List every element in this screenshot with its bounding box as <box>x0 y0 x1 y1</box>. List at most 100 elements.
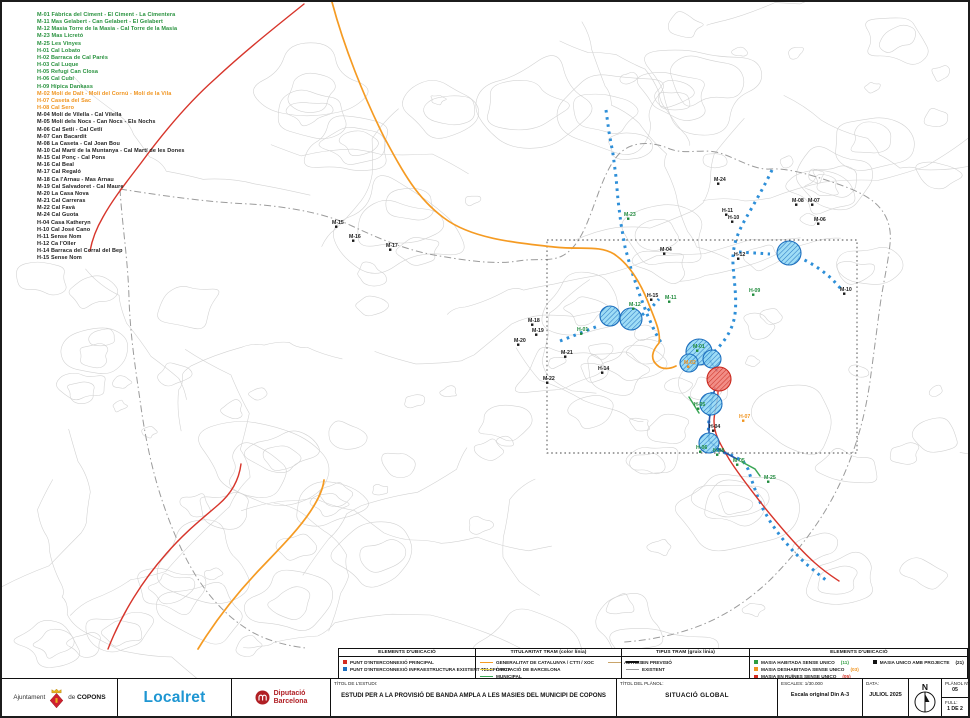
legend-swatch-icon <box>626 661 639 663</box>
north-arrow-icon: N <box>912 681 938 715</box>
masia-marker-icon <box>564 356 566 358</box>
localret-logo: Localret <box>118 679 232 716</box>
sheet-of-label: FULL: <box>945 700 958 705</box>
plan-title-cell: TÍTOL DEL PLÀNOL: SITUACIÓ GLOBAL <box>617 679 778 716</box>
map-label: H-15 <box>647 293 658 299</box>
legend-item-label: MASIA DESHABITADA SENSE UNICO <box>761 667 844 672</box>
route-xarxa-central <box>714 392 839 581</box>
masia-marker-icon <box>817 223 819 225</box>
study-title-cell: TÍTOL DE L'ESTUDI: ESTUDI PER A LA PROVI… <box>331 679 617 716</box>
masia-marker-icon <box>742 420 744 422</box>
date-label: DATA: <box>866 681 879 686</box>
map-label: H-04 <box>709 424 720 430</box>
masia-marker-icon <box>352 240 354 242</box>
map-label: M-19 <box>532 328 544 334</box>
map-label: H-12 <box>734 252 745 258</box>
plan-number-label: PLÀNOL Nº: <box>945 681 970 686</box>
plan-number: 05 <box>942 687 968 693</box>
copons-coat-of-arms-icon <box>49 687 64 709</box>
sheet-number-cell: PLÀNOL Nº: 05 FULL: 1 DE 2 <box>942 679 968 716</box>
study-title: ESTUDI PER A LA PROVISIÓ DE BANDA AMPLA … <box>333 692 614 699</box>
plan-title: SITUACIÓ GLOBAL <box>619 692 775 699</box>
masia-list-item: H-12 Ca l'Oller <box>37 241 185 248</box>
masia-marker-icon <box>663 253 665 255</box>
masia-list-item: H-02 Barraca de Cal Parés <box>37 55 185 62</box>
legend-swatch-icon <box>480 662 493 663</box>
copons-label-pre: Ajuntament <box>13 694 45 701</box>
masia-marker-icon <box>580 333 582 335</box>
masia-marker-icon <box>767 481 769 483</box>
masia-list-item: M-22 Cal Favà <box>37 205 185 212</box>
interconnection-point-telefonica <box>703 350 721 368</box>
map-label: M-18 <box>528 318 540 324</box>
title-block: Ajuntament de COPONS Localret DiputacióB… <box>2 678 968 716</box>
masia-list-item: M-16 Cal Beal <box>37 162 185 169</box>
legend-item-label: MASIA HABITADA SENSE UNICO <box>761 660 835 665</box>
north-cell: N <box>909 679 942 716</box>
map-label: M-10 <box>840 287 852 293</box>
network-routes <box>90 2 839 649</box>
scale-cell: ESCALES: 1/30.000 Escala original Din A-… <box>778 679 863 716</box>
diputacio-logo-icon <box>255 690 270 705</box>
map-label: M-16 <box>349 234 361 240</box>
legend-item-count: (21) <box>956 660 964 665</box>
masia-list-item: H-09 Hípica Dankass <box>37 84 185 91</box>
masia-marker-icon <box>752 294 754 296</box>
map-label: M-08 <box>792 198 804 204</box>
masia-list-item: M-11 Mas Gelabert - Can Gelabert - El Ge… <box>37 19 185 26</box>
date-cell: DATA: JULIOL 2025 <box>863 679 909 716</box>
masia-marker-icon <box>811 204 813 206</box>
masia-marker-icon <box>843 293 845 295</box>
legend-item-label: MASIA UNICO AMB PROJECTE <box>880 660 950 665</box>
plan-number-row: PLÀNOL Nº: 05 <box>942 679 968 698</box>
masia-marker-icon <box>535 334 537 336</box>
masia-marker-icon <box>697 408 699 410</box>
masia-marker-icon <box>717 183 719 185</box>
interconnection-point-telefonica <box>600 306 620 326</box>
interconnection-point-telefonica <box>777 241 801 265</box>
sheet-of-row: FULL: 1 DE 2 <box>942 698 968 716</box>
masia-marker-icon <box>531 324 533 326</box>
diputacio-wordmark: DiputacióBarcelona <box>274 690 308 705</box>
map-label: M-07 <box>808 198 820 204</box>
scale-label: ESCALES: 1/30.000 <box>781 681 823 686</box>
map-label: M-25 <box>764 475 776 481</box>
legend-item-label: EXISTENT <box>642 667 665 672</box>
interconnection-point-principal <box>707 367 731 391</box>
map-label: M-24 <box>714 177 726 183</box>
masia-marker-icon <box>736 464 738 466</box>
masia-list-item: M-25 Les Vinyes <box>37 41 185 48</box>
legend-swatch-icon <box>626 669 639 670</box>
map-labels: M-15M-16M-17M-24M-23M-04H-11H-10M-08M-07… <box>332 177 852 483</box>
legend-item: MASIA UNICO AMB PROJECTE (21) <box>873 660 964 665</box>
map-label: H-09 <box>749 288 760 294</box>
map-label: M-21 <box>561 350 573 356</box>
legend-item: EN PREVISIÓ <box>626 660 672 665</box>
masia-list-item: H-10 Cal José Cano <box>37 227 185 234</box>
study-title-label: TÍTOL DE L'ESTUDI: <box>334 681 377 686</box>
legend-item-count: (03) <box>850 667 858 672</box>
map-label: M-12 <box>629 302 641 308</box>
legend-item: DIPUTACIÓ DE BARCELONA <box>480 667 594 672</box>
masia-list-item: M-21 Cal Carreras <box>37 198 185 205</box>
map-label: H-05 <box>694 402 705 408</box>
map-label: H-11 <box>722 208 733 214</box>
masia-marker-icon <box>712 430 714 432</box>
legend-item-label: DIPUTACIÓ DE BARCELONA <box>496 667 561 672</box>
masia-marker-icon <box>627 218 629 220</box>
masia-list-item: M-05 Molí dels Nocs - Can Nocs - Els Noc… <box>37 119 185 126</box>
svg-text:N: N <box>922 682 928 692</box>
legend-swatch-icon <box>343 660 347 664</box>
masia-marker-icon <box>335 226 337 228</box>
map-label: H-10 <box>728 215 739 221</box>
masia-list-item: M-12 Masia Torre de la Masia - Cal Torre… <box>37 26 185 33</box>
masia-marker-icon <box>795 204 797 206</box>
date-value: JULIOL 2025 <box>865 692 906 698</box>
masia-marker-icon <box>696 350 698 352</box>
masia-list-item: H-04 Casa Katheryn <box>37 220 185 227</box>
legend-section: ELEMENTS D'UBICACIÓMASIA HABITADA SENSE … <box>750 649 968 681</box>
map-label: H-06 <box>696 445 707 451</box>
masia-marker-icon <box>668 301 670 303</box>
legend-item: EXISTENT <box>626 667 672 672</box>
masia-list-item: M-06 Cal Setlí - Cal Cetlí <box>37 127 185 134</box>
